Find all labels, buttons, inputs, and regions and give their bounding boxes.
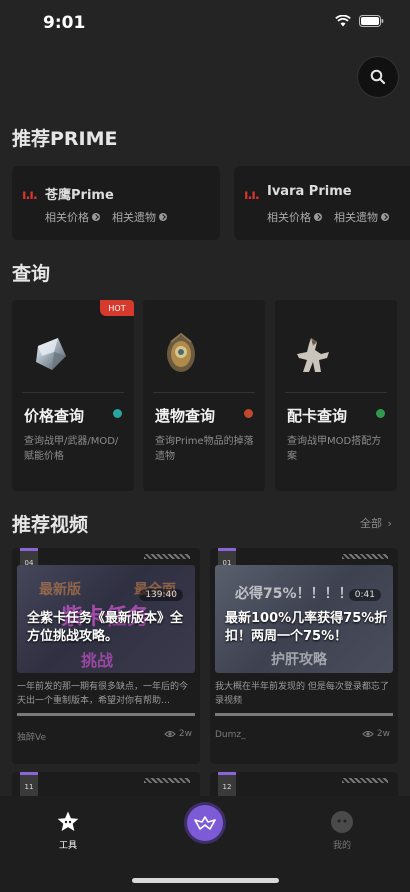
status-dot — [113, 409, 122, 418]
video-card-1[interactable]: 04 - 05 最新版 最全面 紫卡任务 挑战 139:40 全紫卡任务《最新版… — [12, 548, 200, 764]
query-desc: 查询Prime物品的掉落遗物 — [155, 436, 254, 462]
price-query-card[interactable]: HOT 价格查询 查询战甲/武器/MOD/赋能价格 — [12, 300, 134, 491]
tab-profile[interactable]: 我的 — [326, 810, 358, 851]
related-price-link[interactable]: 相关价格 — [267, 209, 322, 225]
views-count: 2w — [376, 729, 390, 739]
video-thumbnail[interactable]: 必得75%！！！！ 护肝攻略 0:41 最新100%几率获得75%折扣！两周一个… — [215, 565, 393, 673]
stripe-decoration — [342, 778, 388, 783]
related-price-label: 相关价格 — [45, 211, 89, 224]
video-author: 独醉Ve — [17, 733, 46, 743]
related-price-label: 相关价格 — [267, 211, 311, 224]
tab-label: 工具 — [58, 841, 77, 851]
progress-fill — [215, 713, 393, 716]
related-price-link[interactable]: 相关价格 — [45, 209, 100, 225]
thumb-text: 必得75%！！！！ — [235, 586, 353, 602]
status-time: 9:01 — [43, 13, 86, 33]
divider — [22, 392, 124, 393]
profile-icon — [331, 811, 353, 833]
stripe-decoration — [144, 778, 190, 783]
views-count: 2w — [178, 729, 192, 739]
video-card-2[interactable]: 01 - 10 必得75%！！！！ 护肝攻略 0:41 最新100%几率获得75… — [210, 548, 398, 764]
thumb-text: 护肝攻略 — [271, 652, 327, 668]
prime-name: 苍鹰Prime — [45, 188, 114, 203]
prime-logo-icon: ı.ı. — [244, 188, 260, 203]
related-relic-link[interactable]: 相关遗物 — [334, 209, 389, 225]
query-desc: 查询战甲/武器/MOD/赋能价格 — [24, 436, 119, 462]
see-all-link[interactable]: 全部 › — [360, 515, 392, 531]
progress-fill — [17, 713, 195, 716]
thumb-text: 挑战 — [81, 651, 114, 670]
date-top: 12 — [222, 783, 232, 791]
thumb-text: 最新版 — [39, 582, 81, 598]
hot-badge: HOT — [100, 300, 134, 316]
stripe-decoration — [342, 554, 388, 559]
prime-links: 相关价格 相关遗物 — [267, 209, 389, 225]
prime-logo-icon: ı.ı. — [22, 188, 38, 203]
prime-name: Ivara Prime — [267, 184, 352, 199]
divider — [285, 392, 387, 393]
tab-label: 我的 — [332, 841, 351, 851]
eye-icon — [362, 731, 374, 737]
query-section-title: 查询 — [12, 263, 51, 285]
tab-center-home[interactable] — [187, 805, 223, 841]
status-dot — [244, 409, 253, 418]
video-section-title: 推荐视频 — [12, 514, 89, 536]
video-title: 最新100%几率获得75%折扣！两周一个75%！ — [225, 611, 388, 644]
status-icons — [335, 15, 384, 27]
query-title: 配卡查询 — [287, 407, 348, 425]
arrow-circle-icon — [381, 213, 389, 221]
see-all-label: 全部 — [360, 517, 382, 530]
wifi-icon — [335, 15, 351, 27]
video-views: 2w — [362, 729, 390, 739]
chevron-right-icon: › — [387, 517, 392, 530]
video-thumbnail[interactable]: 最新版 最全面 紫卡任务 挑战 139:40 全紫卡任务《最新版本》全方位挑战攻… — [17, 565, 195, 673]
related-relic-link[interactable]: 相关遗物 — [112, 209, 167, 225]
query-title: 价格查询 — [24, 407, 85, 425]
star-icon — [57, 811, 79, 831]
arrow-circle-icon — [92, 213, 100, 221]
video-duration: 139:40 — [139, 589, 183, 601]
related-relic-label: 相关遗物 — [112, 211, 156, 224]
stripe-decoration — [144, 554, 190, 559]
search-button[interactable] — [358, 57, 398, 97]
query-title: 遗物查询 — [155, 407, 216, 425]
battery-icon — [359, 15, 384, 27]
status-dot — [376, 409, 385, 418]
related-relic-label: 相关遗物 — [334, 211, 378, 224]
eye-icon — [164, 731, 176, 737]
prime-section-title: 推荐PRIME — [12, 128, 118, 150]
divider — [153, 392, 255, 393]
arrow-circle-icon — [159, 213, 167, 221]
relic-icon — [167, 332, 195, 372]
video-progress — [215, 713, 393, 716]
prime-card-2[interactable]: ı.ı. Ivara Prime 相关价格 相关遗物 — [234, 166, 410, 240]
date-top: 11 — [24, 783, 34, 791]
crystal-icon — [36, 338, 66, 370]
warframe-logo-icon — [194, 816, 216, 830]
prime-card-1[interactable]: ı.ı. 苍鹰Prime 相关价格 相关遗物 — [12, 166, 220, 240]
home-indicator — [132, 878, 279, 883]
video-views: 2w — [164, 729, 192, 739]
mod-query-card[interactable]: 配卡查询 查询战甲MOD搭配方案 — [275, 300, 397, 491]
video-title: 全紫卡任务《最新版本》全方位挑战攻略。 — [27, 611, 184, 644]
video-progress — [17, 713, 195, 716]
query-desc: 查询战甲MOD搭配方案 — [287, 436, 382, 462]
relic-query-card[interactable]: 遗物查询 查询Prime物品的掉落遗物 — [143, 300, 265, 491]
status-bar: 9:01 — [0, 0, 410, 46]
tab-tools[interactable]: 工具 — [52, 810, 84, 851]
video-desc: 一年前发的那一期有很多缺点，一年后的今天出一个重制版本，希望对你有帮助… — [17, 682, 189, 706]
search-icon — [370, 69, 386, 85]
video-desc: 我大概在半年前发现的 但是每次登录都忘了录视频 — [215, 682, 389, 706]
arrow-circle-icon — [314, 213, 322, 221]
prime-links: 相关价格 相关遗物 — [45, 209, 167, 225]
warframe-icon — [297, 338, 329, 372]
video-duration: 0:41 — [348, 589, 381, 601]
video-author: Dumz_ — [215, 730, 246, 740]
